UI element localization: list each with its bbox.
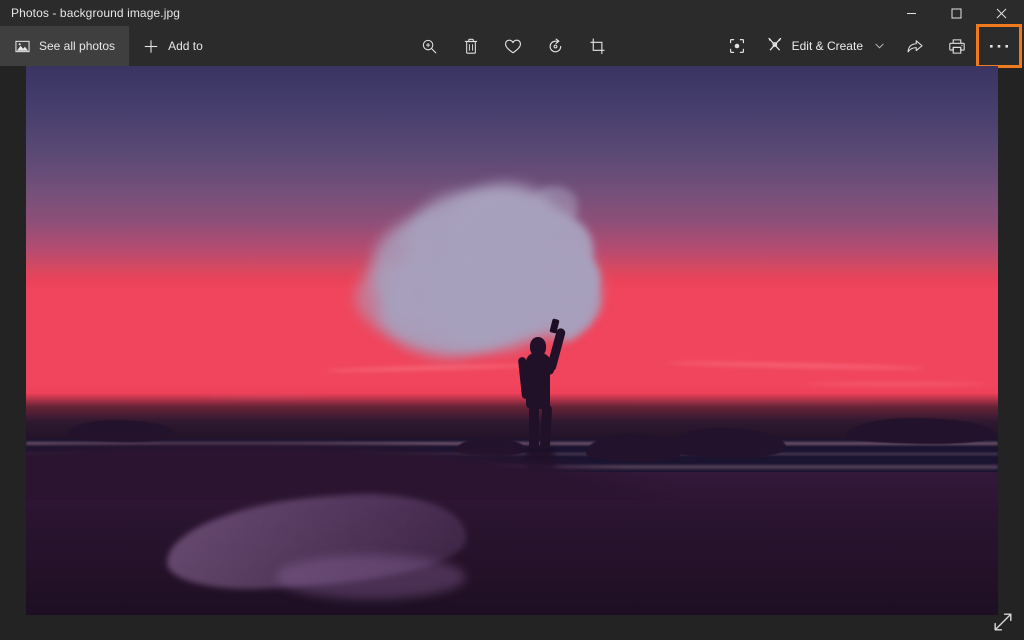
favorite-button[interactable] (492, 26, 534, 66)
enhance-icon (728, 37, 746, 55)
reflection-puddle (276, 555, 466, 599)
share-icon (906, 38, 924, 55)
edit-and-create-label: Edit & Create (791, 39, 863, 53)
plus-icon (143, 38, 159, 54)
trash-icon (463, 38, 479, 55)
print-icon (948, 38, 966, 55)
close-button[interactable] (979, 0, 1024, 26)
see-all-photos-label: See all photos (39, 39, 116, 53)
crop-icon (589, 37, 606, 55)
toolbar-left-group: See all photos Add to (0, 26, 217, 66)
add-to-button[interactable]: Add to (129, 26, 217, 66)
pencils-icon (766, 36, 784, 57)
resize-diagonal-icon[interactable] (992, 611, 1014, 633)
edit-and-create-button[interactable]: Edit & Create (758, 26, 894, 66)
zoom-button[interactable] (408, 26, 450, 66)
rotate-icon (547, 37, 564, 55)
crop-button[interactable] (576, 26, 618, 66)
maximize-button[interactable] (934, 0, 979, 26)
print-button[interactable] (936, 26, 978, 66)
window-controls (889, 0, 1024, 26)
window-title: Photos - background image.jpg (11, 6, 181, 20)
toolbar: See all photos Add to Edit & Create (0, 24, 1024, 68)
share-button[interactable] (894, 26, 936, 66)
heart-icon (504, 38, 522, 55)
add-to-label: Add to (168, 39, 203, 53)
zoom-in-icon (421, 38, 438, 55)
beach-edge (26, 409, 998, 500)
toolbar-right-group: Edit & Create (716, 24, 1022, 68)
chevron-down-icon (875, 42, 884, 51)
rotate-button[interactable] (534, 26, 576, 66)
see-all-photos-button[interactable]: See all photos (0, 26, 130, 66)
title-bar: Photos - background image.jpg (0, 0, 1024, 26)
see-more-button[interactable] (976, 24, 1022, 68)
toolbar-center-group (408, 26, 618, 66)
photo-viewport[interactable] (26, 66, 998, 615)
enhance-button[interactable] (716, 26, 758, 66)
photo-icon (14, 38, 30, 54)
minimize-button[interactable] (889, 0, 934, 26)
photos-app-window: Photos - background image.jpg See all ph… (0, 0, 1024, 640)
ellipsis-icon (989, 43, 1009, 49)
delete-button[interactable] (450, 26, 492, 66)
